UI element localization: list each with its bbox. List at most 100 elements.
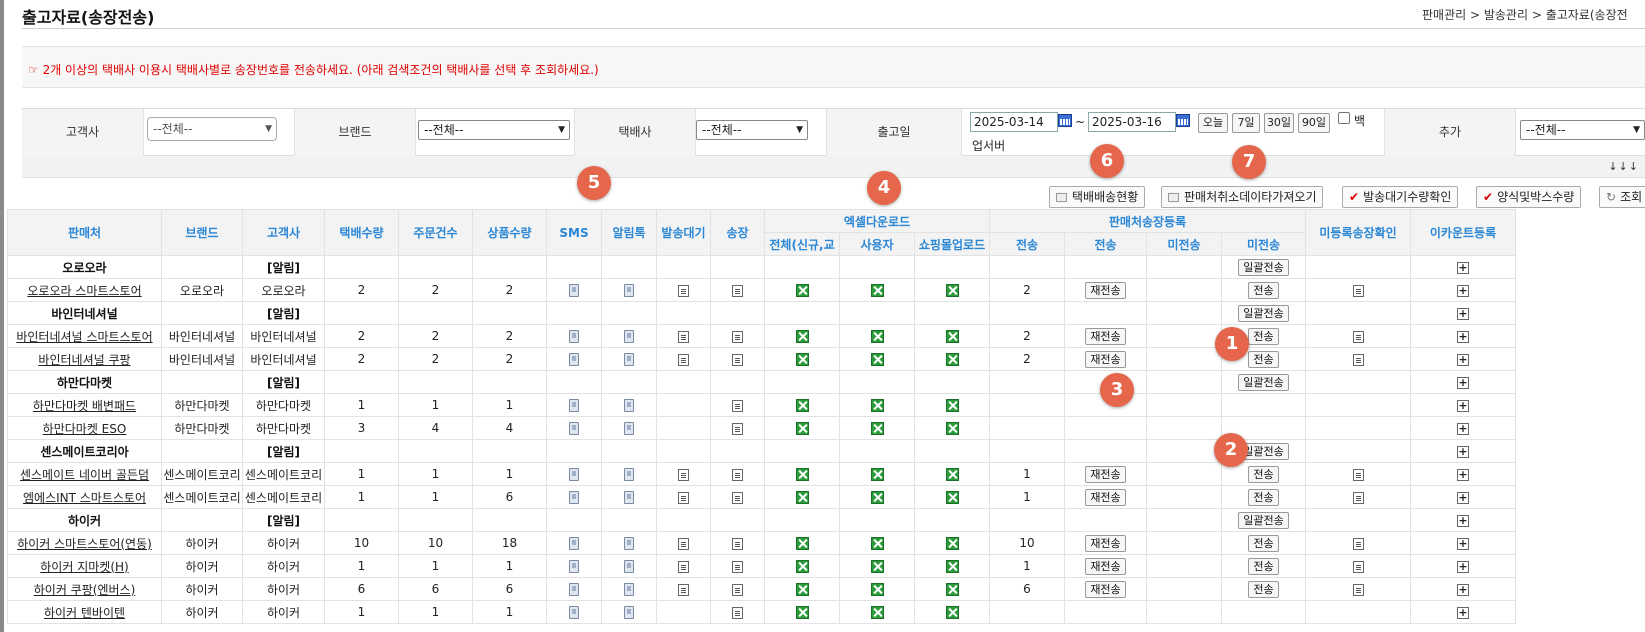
send-button[interactable]: 전송 [1248,557,1279,575]
alimtalk-icon[interactable] [624,560,634,573]
resend-button[interactable]: 재전송 [1085,557,1126,575]
document-icon[interactable] [1352,353,1364,366]
extra-select[interactable]: --전체-- ▼ [1520,120,1645,140]
seller-name[interactable]: 오로오라 스마트스토어 [7,278,162,302]
excel-icon[interactable] [945,284,959,297]
excel-icon[interactable] [870,399,884,412]
resend-button[interactable]: 재전송 [1085,281,1126,299]
document-icon[interactable] [732,560,743,573]
quick-7-days-button[interactable]: 7일 [1232,113,1260,133]
sms-icon[interactable] [569,583,579,596]
backup-server-checkbox[interactable] [1338,112,1350,124]
fetch-cancel-data-button[interactable]: 판매처취소데이타가져오기 [1161,186,1324,208]
document-icon[interactable] [678,560,689,573]
seller-name[interactable]: 하이커 스마트스토어(연동) [7,531,162,555]
sms-icon[interactable] [569,468,579,481]
sms-icon[interactable] [569,606,579,619]
seller-name[interactable]: 센스메이트 네이버 골든덤 [7,462,162,486]
send-button[interactable]: 전송 [1248,534,1279,552]
resend-button[interactable]: 재전송 [1085,465,1126,483]
excel-icon[interactable] [795,606,809,619]
resend-button[interactable]: 재전송 [1085,488,1126,506]
document-icon[interactable] [732,537,743,550]
excel-icon[interactable] [795,560,809,573]
seller-name[interactable]: 바인터네셔널 쿠팡 [7,347,162,371]
send-button[interactable]: 전송 [1248,580,1279,598]
plus-icon[interactable]: + [1457,399,1469,412]
sms-icon[interactable] [569,537,579,550]
excel-icon[interactable] [870,537,884,550]
document-icon[interactable] [678,583,689,596]
seller-name[interactable]: 하이커 텐바이텐 [7,600,162,624]
excel-icon[interactable] [870,422,884,435]
date-to-input[interactable]: 2025-03-16 [1088,112,1176,132]
resend-button[interactable]: 재전송 [1085,534,1126,552]
plus-icon[interactable]: + [1457,353,1469,366]
alimtalk-icon[interactable] [624,491,634,504]
alimtalk-icon[interactable] [624,422,634,435]
excel-icon[interactable] [945,491,959,504]
sms-icon[interactable] [569,560,579,573]
document-icon[interactable] [732,422,743,435]
document-icon[interactable] [732,468,743,481]
plus-icon[interactable]: + [1457,445,1469,458]
excel-icon[interactable] [945,353,959,366]
excel-icon[interactable] [945,330,959,343]
document-icon[interactable] [732,399,743,412]
quick-90-days-button[interactable]: 90일 [1298,113,1330,133]
document-icon[interactable] [732,606,743,619]
document-icon[interactable] [1352,284,1364,297]
alimtalk-icon[interactable] [624,399,634,412]
resend-button[interactable]: 재전송 [1085,327,1126,345]
excel-icon[interactable] [795,284,809,297]
quick-today-button[interactable]: 오늘 [1198,113,1228,133]
calendar-icon[interactable] [1176,114,1190,127]
resend-button[interactable]: 재전송 [1085,580,1126,598]
excel-icon[interactable] [870,606,884,619]
excel-icon[interactable] [870,353,884,366]
document-icon[interactable] [732,353,743,366]
customer-select[interactable]: --전체-- ▼ [147,117,277,141]
document-icon[interactable] [732,491,743,504]
plus-icon[interactable]: + [1457,330,1469,343]
bulk-send-button[interactable]: 일괄전송 [1238,258,1289,276]
excel-icon[interactable] [945,537,959,550]
quick-30-days-button[interactable]: 30일 [1264,113,1294,133]
excel-icon[interactable] [870,583,884,596]
plus-icon[interactable]: + [1457,261,1469,274]
send-button[interactable]: 전송 [1248,488,1279,506]
plus-icon[interactable]: + [1457,560,1469,573]
excel-icon[interactable] [945,422,959,435]
send-button[interactable]: 전송 [1248,465,1279,483]
excel-icon[interactable] [945,468,959,481]
excel-icon[interactable] [795,583,809,596]
plus-icon[interactable]: + [1457,422,1469,435]
excel-icon[interactable] [795,491,809,504]
plus-icon[interactable]: + [1457,514,1469,527]
send-button[interactable]: 전송 [1248,327,1279,345]
sms-icon[interactable] [569,330,579,343]
excel-icon[interactable] [945,606,959,619]
excel-icon[interactable] [870,491,884,504]
alimtalk-icon[interactable] [624,284,634,297]
sms-icon[interactable] [569,284,579,297]
alimtalk-icon[interactable] [624,583,634,596]
excel-icon[interactable] [795,330,809,343]
sms-icon[interactable] [569,491,579,504]
document-icon[interactable] [678,284,689,297]
excel-icon[interactable] [795,422,809,435]
bulk-send-button[interactable]: 일괄전송 [1238,511,1289,529]
document-icon[interactable] [1352,491,1364,504]
excel-icon[interactable] [795,399,809,412]
alimtalk-icon[interactable] [624,353,634,366]
plus-icon[interactable]: + [1457,537,1469,550]
date-from-input[interactable]: 2025-03-14 [970,112,1058,132]
plus-icon[interactable]: + [1457,583,1469,596]
sms-icon[interactable] [569,422,579,435]
excel-icon[interactable] [945,399,959,412]
bulk-send-button[interactable]: 일괄전송 [1238,304,1289,322]
excel-icon[interactable] [870,330,884,343]
document-icon[interactable] [1352,330,1364,343]
calendar-icon[interactable] [1058,114,1072,127]
document-icon[interactable] [732,284,743,297]
